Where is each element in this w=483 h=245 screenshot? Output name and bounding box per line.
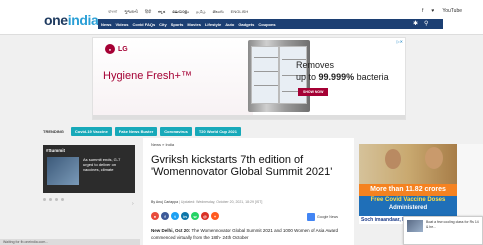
shelf <box>254 57 278 58</box>
site-header: oneindia বাংলা ગુજરાતી हिंदी ಕನ್ನಡ മലയാള… <box>0 0 483 35</box>
search-icon[interactable]: ⚲ <box>424 20 428 27</box>
lang-link[interactable]: ENGLISH <box>231 9 249 16</box>
email-share-icon[interactable]: @ <box>201 212 209 220</box>
facebook-icon[interactable]: f <box>422 8 423 14</box>
ad-suffix: bacteria <box>356 72 389 82</box>
lang-link[interactable]: ગુજરાતી <box>124 9 138 16</box>
trending-tag[interactable]: T20 World Cup 2021 <box>194 127 241 136</box>
vaccine-ad[interactable]: More than 11.82 crores Free Covid Vaccin… <box>359 144 457 224</box>
nav-item-gadgets[interactable]: Gadgets <box>238 22 254 27</box>
main-nav: News Videos Covid FAQs City Sports Movie… <box>98 19 298 29</box>
lang-link[interactable]: বাংলা <box>108 9 117 16</box>
article-title: Gvriksh kickstarts 7th edition of 'Women… <box>151 154 333 178</box>
shop-now-button[interactable]: SHOW NOW <box>298 88 329 96</box>
shelf <box>254 71 278 72</box>
nav-item-movies[interactable]: Movies <box>187 22 201 27</box>
ad-left-panel: ● LG Hygiene Fresh+™ <box>93 38 253 119</box>
ad-line-1: More than 11.82 crores <box>370 186 446 193</box>
chevron-right-icon[interactable]: › <box>132 201 134 207</box>
summit-hashtag: #Summit <box>46 148 66 153</box>
nav-item-lifestyle[interactable]: Lifestyle <box>205 22 221 27</box>
youtube-icon[interactable]: YouTube <box>442 8 462 14</box>
language-switcher: বাংলা ગુજરાતી हिंदी ಕನ್ನಡ മലയാളം தமிழ் త… <box>108 9 248 16</box>
page: oneindia বাংলা ગુજરાતી हिंदी ಕನ್ನಡ മലയാള… <box>0 0 483 245</box>
social-links: f ♥ YouTube <box>422 8 462 14</box>
lang-link[interactable]: తెలుగు <box>213 9 224 16</box>
article-updated: | Updated: Wednesday, October 20, 2021, … <box>179 200 263 204</box>
nav-item-city[interactable]: City <box>159 22 167 27</box>
carousel-dot[interactable] <box>49 198 52 201</box>
lang-link[interactable]: हिंदी <box>145 9 151 16</box>
logo-india: india <box>67 12 99 28</box>
sparkle-icon[interactable]: ✱ <box>413 20 418 27</box>
carousel-dot[interactable] <box>55 198 58 201</box>
ad-product-name: Hygiene Fresh+™ <box>103 70 192 82</box>
article: News » India Gvriksh kickstarts 7th edit… <box>143 138 354 245</box>
nav-item-covid-faqs[interactable]: Covid FAQs <box>133 22 156 27</box>
linkedin-share-icon[interactable]: in <box>181 212 189 220</box>
twitter-share-icon[interactable]: t <box>171 212 179 220</box>
status-text: Waiting for fb.oneindia.com... <box>3 240 49 244</box>
oneindia-logo[interactable]: oneindia <box>44 12 99 28</box>
lang-link[interactable]: മലയാളം <box>172 9 189 16</box>
article-author[interactable]: By Anuj Cariappa <box>151 200 178 204</box>
ad-percent: 99.999% <box>318 72 355 82</box>
nav-item-news[interactable]: News <box>101 22 111 27</box>
summit-card[interactable]: #Summit As summit ends, G-7 urged to del… <box>43 145 135 193</box>
lg-ad-banner[interactable]: ● LG Hygiene Fresh+™ Removes up to 99.99… <box>92 37 406 120</box>
trending-tag[interactable]: Coronavirus <box>160 127 192 136</box>
article-meta: By Anuj Cariappa | Updated: Wednesday, O… <box>151 200 262 204</box>
trending-bar: TRENDING Covid-19 Vaccine Fake News Bust… <box>43 127 241 136</box>
summit-thumbnail <box>47 157 79 185</box>
notification-text: Boat a few cooling class for Rs 14 & he.… <box>426 220 479 229</box>
ad-photo <box>359 144 457 184</box>
google-news-icon <box>307 213 315 221</box>
share-buttons: ● f t in w @ + <box>151 212 219 220</box>
carousel-dot[interactable] <box>61 198 64 201</box>
ad-portrait-left <box>385 149 401 169</box>
right-edge-column <box>457 144 483 224</box>
more-share-icon[interactable]: + <box>211 212 219 220</box>
lg-circle-icon: ● <box>105 44 115 54</box>
ad-line-2: Free Covid Vaccine Doses <box>370 197 446 203</box>
nav-item-sports[interactable]: Sports <box>171 22 184 27</box>
trending-tag[interactable]: Fake News Buster <box>114 127 158 136</box>
ad-portrait-right <box>425 147 443 169</box>
google-news-label: Google News <box>317 215 339 219</box>
ad-footer-strip <box>93 115 405 119</box>
facebook-share-icon[interactable]: f <box>161 212 169 220</box>
dateline: New Delhi, Oct 20: <box>151 228 191 233</box>
breadcrumb[interactable]: News » India <box>151 142 174 147</box>
lang-link[interactable]: தமிழ் <box>196 9 206 16</box>
whatsapp-share-icon[interactable]: w <box>191 212 199 220</box>
twitter-icon[interactable]: ♥ <box>431 8 434 14</box>
adchoices-icon[interactable]: ▷✕ <box>397 39 403 44</box>
notification-thumbnail <box>407 220 423 232</box>
carousel-dot[interactable] <box>43 198 46 201</box>
google-news-follow[interactable]: Google News <box>307 213 338 221</box>
trending-tag[interactable]: Covid-19 Vaccine <box>70 127 112 136</box>
ad-removes-text: Removes <box>296 60 335 70</box>
share-icon[interactable]: ● <box>151 212 159 220</box>
lg-logo: ● LG <box>105 44 128 54</box>
fridge-door-left <box>251 46 279 104</box>
carousel-dots <box>43 198 64 201</box>
nav-tools: ✱ ⚲ <box>413 20 428 27</box>
shelf <box>254 85 278 86</box>
notification-popup[interactable]: Boat a few cooling class for Rs 14 & he.… <box>403 216 483 245</box>
nav-item-videos[interactable]: Videos <box>115 22 128 27</box>
browser-status-bar: Waiting for fb.oneindia.com... <box>0 239 140 245</box>
ad-upto-text: up to 99.999% bacteria <box>296 72 389 82</box>
summit-story-link[interactable]: As summit ends, G-7 urged to deliver on … <box>83 157 131 172</box>
article-lead: New Delhi, Oct 20: The Womennovator Glob… <box>151 228 351 241</box>
ad-line-3: Administered <box>388 205 428 211</box>
lang-link[interactable]: ಕನ್ನಡ <box>158 9 165 16</box>
ad-upto-prefix: up to <box>296 72 317 82</box>
lg-brand: LG <box>118 45 128 53</box>
logo-one: one <box>44 12 68 28</box>
trending-label: TRENDING <box>43 129 64 134</box>
nav-item-auto[interactable]: Auto <box>225 22 234 27</box>
nav-item-coupons[interactable]: Coupons <box>258 22 275 27</box>
